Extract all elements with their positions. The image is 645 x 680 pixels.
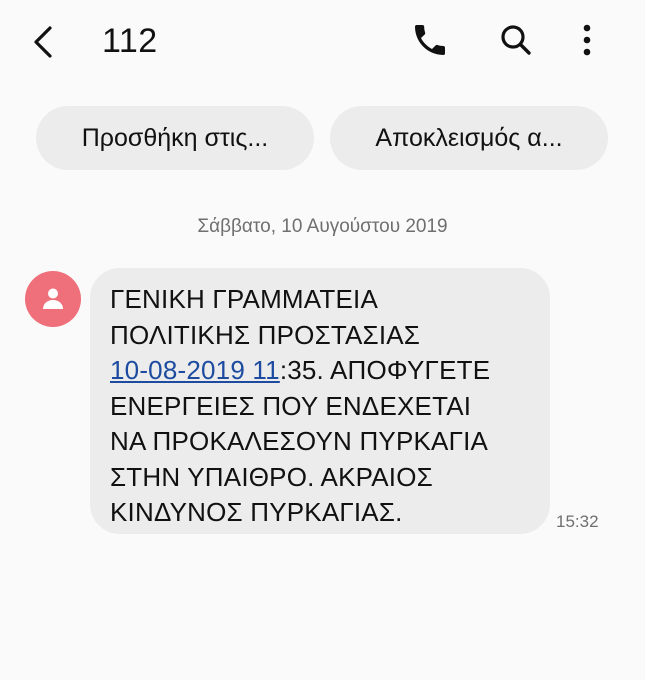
add-to-contacts-button[interactable]: Προσθήκη στις...	[36, 106, 314, 170]
more-options-button[interactable]	[567, 20, 607, 60]
message-bubble[interactable]: ΓΕΝΙΚΗ ΓΡΑΜΜΑΤΕΙΑ ΠΟΛΙΤΙΚΗΣ ΠΡΟΣΤΑΣΙΑΣ 1…	[90, 268, 550, 534]
conversation-title: 112	[102, 22, 158, 60]
more-vertical-icon	[583, 24, 591, 56]
search-button[interactable]	[496, 20, 536, 60]
sender-avatar[interactable]	[25, 271, 81, 327]
search-icon	[501, 25, 531, 55]
message-line: ΚΙΝΔΥΝΟΣ ΠΥΡΚΑΓΙΑΣ.	[110, 497, 403, 527]
back-button[interactable]	[26, 20, 66, 64]
call-button[interactable]	[410, 20, 450, 60]
message-line: 10-08-2019 11:35. ΑΠΟΦΥΓΕΤΕ	[110, 353, 550, 389]
message-line: ΣΤΗΝ ΥΠΑΙΘΡΟ. ΑΚΡΑΙΟΣ	[110, 461, 433, 492]
message-text: :35. ΑΠΟΦΥΓΕΤΕ	[279, 355, 491, 385]
message-line: ΝΑ ΠΡΟΚΑΛΕΣΟΥΝ ΠΥΡΚΑΓΙΑ	[110, 426, 489, 456]
message-line: ΠΟΛΙΤΙΚΗΣ ΠΡΟΣΤΑΣΙΑΣ	[110, 319, 421, 350]
message-line: ΕΝΕΡΓΕΙΕΣ ΠΟΥ ΕΝΔΕΧΕΤΑΙ	[110, 390, 472, 421]
block-number-button[interactable]: Αποκλεισμός α...	[330, 106, 608, 170]
person-icon	[43, 288, 63, 309]
message-timestamp: 15:32	[556, 512, 599, 531]
message-line: ΓΕΝΙΚΗ ΓΡΑΜΜΑΤΕΙΑ	[110, 284, 378, 314]
date-separator: Σάββατο, 10 Αυγούστου 2019	[197, 216, 448, 237]
datetime-link[interactable]: 10-08-2019 11	[110, 355, 280, 385]
chevron-left-icon	[34, 26, 52, 58]
phone-icon	[415, 25, 445, 55]
app-header: 112	[0, 0, 645, 84]
